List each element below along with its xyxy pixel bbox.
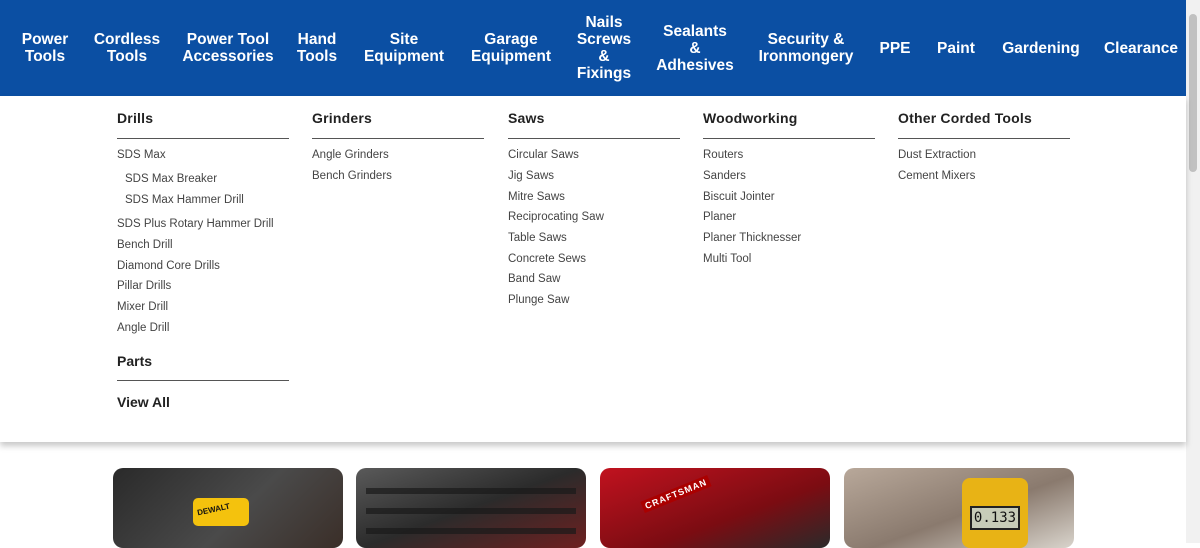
menu-link-circular-saws[interactable]: Circular Saws bbox=[508, 147, 579, 163]
menu-link-reciprocating-saw[interactable]: Reciprocating Saw bbox=[508, 209, 604, 225]
drawer-shape bbox=[366, 508, 576, 514]
page-scrollbar[interactable] bbox=[1186, 0, 1200, 543]
nav-nails-screws-fixings[interactable]: Nails Screws & Fixings bbox=[570, 0, 638, 96]
menu-heading-woodworking[interactable]: Woodworking bbox=[703, 108, 875, 139]
mega-menu: Drills SDS Max SDS Max Breaker SDS Max H… bbox=[0, 96, 1186, 442]
menu-link-routers[interactable]: Routers bbox=[703, 147, 743, 163]
main-nav: Power Tools Cordless Tools Power Tool Ac… bbox=[0, 0, 1186, 96]
nav-ppe[interactable]: PPE bbox=[872, 0, 918, 96]
nav-site-equipment[interactable]: Site Equipment bbox=[360, 0, 448, 96]
nav-gardening[interactable]: Gardening bbox=[996, 0, 1086, 96]
menu-link-jig-saws[interactable]: Jig Saws bbox=[508, 168, 554, 184]
menu-link-sds-plus-rotary-hammer-drill[interactable]: SDS Plus Rotary Hammer Drill bbox=[117, 216, 274, 232]
category-card-impact-wrench[interactable]: DEWALT bbox=[113, 468, 343, 548]
drawer-shape bbox=[366, 488, 576, 494]
menu-heading-other-corded-tools[interactable]: Other Corded Tools bbox=[898, 108, 1070, 139]
menu-link-cement-mixers[interactable]: Cement Mixers bbox=[898, 168, 975, 184]
menu-heading-parts[interactable]: Parts bbox=[117, 351, 289, 381]
menu-link-mixer-drill[interactable]: Mixer Drill bbox=[117, 299, 168, 315]
menu-link-angle-grinders[interactable]: Angle Grinders bbox=[312, 147, 389, 163]
menu-link-mitre-saws[interactable]: Mitre Saws bbox=[508, 189, 565, 205]
menu-link-planer-thicknesser[interactable]: Planer Thicknesser bbox=[703, 230, 801, 246]
category-card-tool-chest[interactable]: CRAFTSMAN bbox=[600, 468, 830, 548]
menu-link-bench-drill[interactable]: Bench Drill bbox=[117, 237, 173, 253]
view-all-link[interactable]: View All bbox=[117, 392, 170, 412]
menu-link-diamond-core-drills[interactable]: Diamond Core Drills bbox=[117, 258, 220, 274]
menu-heading-saws[interactable]: Saws bbox=[508, 108, 680, 139]
menu-link-plunge-saw[interactable]: Plunge Saw bbox=[508, 292, 569, 308]
menu-link-table-saws[interactable]: Table Saws bbox=[508, 230, 567, 246]
menu-link-band-saw[interactable]: Band Saw bbox=[508, 271, 560, 287]
menu-heading-drills[interactable]: Drills bbox=[117, 108, 289, 139]
scrollbar-thumb[interactable] bbox=[1189, 14, 1197, 172]
drawer-shape bbox=[366, 528, 576, 534]
category-card-tool-drawer[interactable] bbox=[356, 468, 586, 548]
menu-link-pillar-drills[interactable]: Pillar Drills bbox=[117, 278, 171, 294]
nav-security-ironmongery[interactable]: Security & Ironmongery bbox=[754, 0, 858, 96]
menu-link-bench-grinders[interactable]: Bench Grinders bbox=[312, 168, 392, 184]
nav-clearance[interactable]: Clearance bbox=[1100, 0, 1182, 96]
menu-link-sds-max-breaker[interactable]: SDS Max Breaker bbox=[125, 171, 217, 187]
menu-link-angle-drill[interactable]: Angle Drill bbox=[117, 320, 169, 336]
nav-cordless-tools[interactable]: Cordless Tools bbox=[90, 0, 164, 96]
menu-link-sds-max[interactable]: SDS Max bbox=[117, 147, 166, 163]
menu-link-concrete-sews[interactable]: Concrete Sews bbox=[508, 251, 586, 267]
nav-hand-tools[interactable]: Hand Tools bbox=[290, 0, 344, 96]
nav-paint[interactable]: Paint bbox=[930, 0, 982, 96]
menu-link-sds-max-hammer-drill[interactable]: SDS Max Hammer Drill bbox=[125, 192, 244, 208]
menu-link-sanders[interactable]: Sanders bbox=[703, 168, 746, 184]
menu-link-planer[interactable]: Planer bbox=[703, 209, 736, 225]
nav-garage-equipment[interactable]: Garage Equipment bbox=[464, 0, 558, 96]
nav-power-tool-accessories[interactable]: Power Tool Accessories bbox=[180, 0, 276, 96]
menu-heading-grinders[interactable]: Grinders bbox=[312, 108, 484, 139]
menu-link-dust-extraction[interactable]: Dust Extraction bbox=[898, 147, 976, 163]
category-card-multimeter[interactable]: 0.133 bbox=[844, 468, 1074, 548]
nav-sealants-adhesives[interactable]: Sealants & Adhesives bbox=[652, 0, 738, 96]
menu-link-multi-tool[interactable]: Multi Tool bbox=[703, 251, 751, 267]
card-brand-label: CRAFTSMAN bbox=[640, 474, 712, 514]
menu-link-biscuit-jointer[interactable]: Biscuit Jointer bbox=[703, 189, 775, 205]
multimeter-reading: 0.133 bbox=[970, 506, 1020, 530]
nav-power-tools[interactable]: Power Tools bbox=[14, 0, 76, 96]
